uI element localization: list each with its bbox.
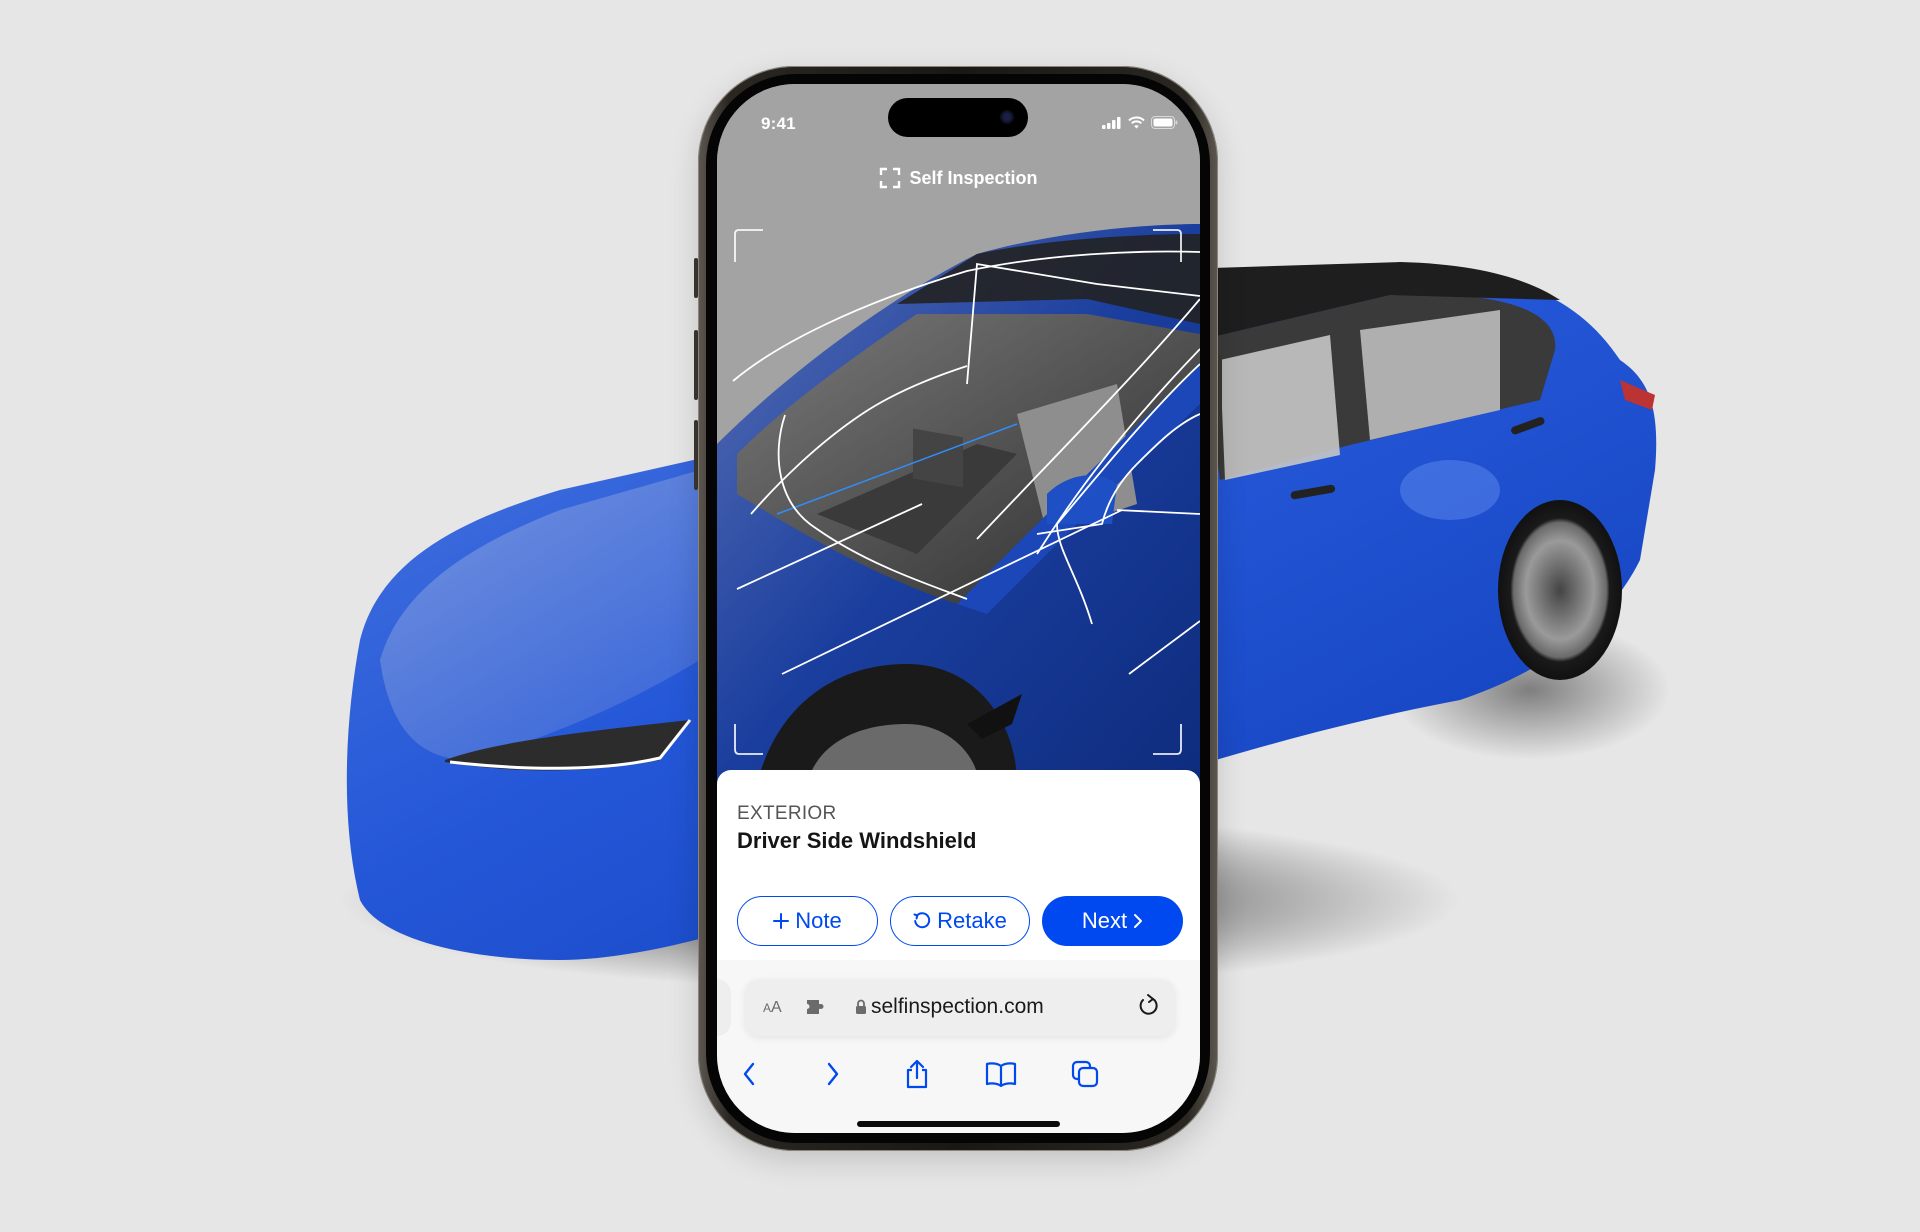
camera-view: 9:41 Self Inspection: [717, 84, 1200, 784]
plus-icon: [773, 913, 790, 929]
front-camera: [1000, 110, 1014, 124]
inspection-category: EXTERIOR: [737, 803, 837, 824]
wifi-icon: [1128, 116, 1145, 129]
signal-icon: [1102, 116, 1121, 129]
forward-button[interactable]: [813, 1054, 853, 1094]
car-rear-wheel: [1498, 500, 1622, 680]
dynamic-island: [888, 98, 1028, 137]
reload-icon[interactable]: [1137, 993, 1161, 1019]
retake-button[interactable]: Retake: [890, 896, 1030, 946]
browser-toolbar: [717, 1054, 1200, 1094]
lock-icon: [856, 999, 866, 1014]
home-indicator[interactable]: [857, 1121, 1060, 1127]
battery-icon: [1151, 116, 1178, 129]
phone-side-button-power: [1218, 355, 1222, 465]
extension-puzzle-icon[interactable]: [805, 998, 827, 1016]
add-note-label: Note: [795, 908, 842, 933]
browser-chrome: AA selfinspection.com: [717, 960, 1200, 1133]
status-icons: [1102, 116, 1178, 129]
car-front-seat: [1220, 335, 1340, 480]
chevron-right-icon: [1134, 914, 1143, 928]
next-button[interactable]: Next: [1042, 896, 1183, 946]
phone-screen: 9:41 Self Inspection EXTERIOR Driver Sid…: [717, 84, 1200, 1133]
previous-tab-peek[interactable]: [717, 979, 731, 1036]
add-note-button[interactable]: Note: [737, 896, 878, 946]
chevron-left-icon: [743, 1062, 755, 1086]
share-icon: [906, 1059, 928, 1089]
next-label: Next: [1081, 908, 1128, 933]
status-time: 9:41: [761, 114, 796, 133]
text-size-button[interactable]: AA: [763, 999, 782, 1017]
app-title: Self Inspection: [909, 167, 1038, 188]
address-bar[interactable]: AA selfinspection.com: [745, 979, 1175, 1036]
chevron-right-icon: [827, 1062, 839, 1086]
retake-icon: [913, 912, 931, 929]
url-text: selfinspection.com: [871, 995, 1044, 1018]
retake-label: Retake: [937, 908, 1007, 933]
car-dent: [1400, 460, 1500, 520]
bookmarks-button[interactable]: [981, 1054, 1021, 1094]
tabs-button[interactable]: [1065, 1054, 1105, 1094]
camera-feed: [717, 84, 1200, 784]
book-icon: [985, 1062, 1017, 1087]
tabs-icon: [1071, 1060, 1099, 1088]
app-header: Self Inspection: [717, 167, 1200, 189]
url-display[interactable]: selfinspection.com: [855, 995, 1044, 1019]
inspection-step-title: Driver Side Windshield: [737, 828, 977, 853]
camera-screen-display: [913, 428, 963, 488]
scan-frame-icon: [880, 167, 901, 189]
share-button[interactable]: [897, 1054, 937, 1094]
back-button[interactable]: [729, 1054, 769, 1094]
